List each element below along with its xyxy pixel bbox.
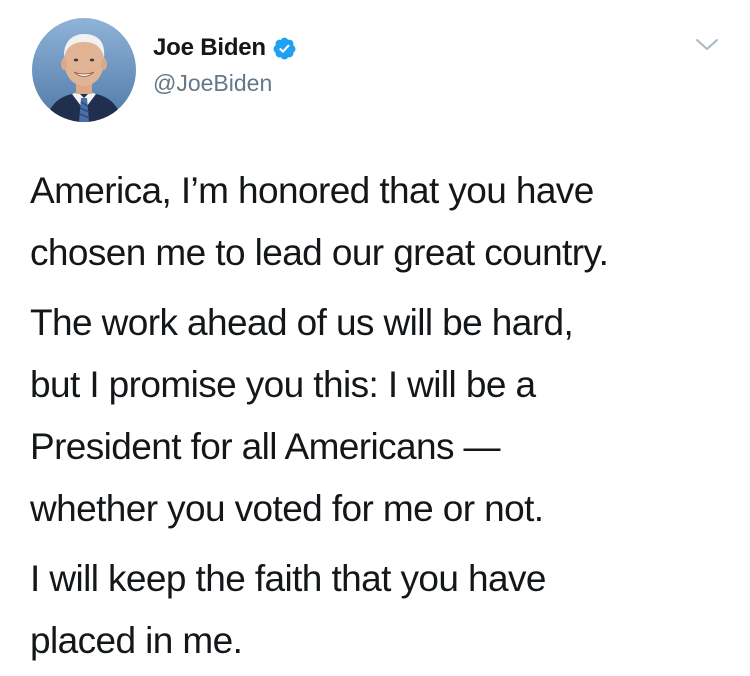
text-line: America, I’m honored that you have xyxy=(30,170,594,211)
text-line: President for all Americans — xyxy=(30,426,501,467)
text-line: whether you voted for me or not. xyxy=(30,488,544,529)
text-line: placed in me. xyxy=(30,620,243,661)
author-handle[interactable]: @JoeBiden xyxy=(153,70,272,97)
avatar[interactable] xyxy=(32,18,136,122)
verified-badge-icon xyxy=(272,36,297,61)
tweet-paragraph: The work ahead of us will be hard, but I… xyxy=(30,292,745,540)
avatar-image xyxy=(32,18,136,122)
chevron-down-icon[interactable] xyxy=(694,35,720,55)
author-name-row[interactable]: Joe Biden xyxy=(153,32,297,64)
tweet: Joe Biden @JoeBiden America, I’m honored… xyxy=(0,0,750,676)
tweet-text: America, I’m honored that you have chose… xyxy=(30,160,745,672)
display-name[interactable]: Joe Biden xyxy=(153,34,266,62)
text-line: chosen me to lead our great country. xyxy=(30,232,609,273)
text-line: The work ahead of us will be hard, xyxy=(30,302,574,343)
tweet-paragraph: America, I’m honored that you have chose… xyxy=(30,160,745,284)
text-line: I will keep the faith that you have xyxy=(30,558,546,599)
text-line: but I promise you this: I will be a xyxy=(30,364,536,405)
tweet-paragraph: I will keep the faith that you have plac… xyxy=(30,548,745,672)
